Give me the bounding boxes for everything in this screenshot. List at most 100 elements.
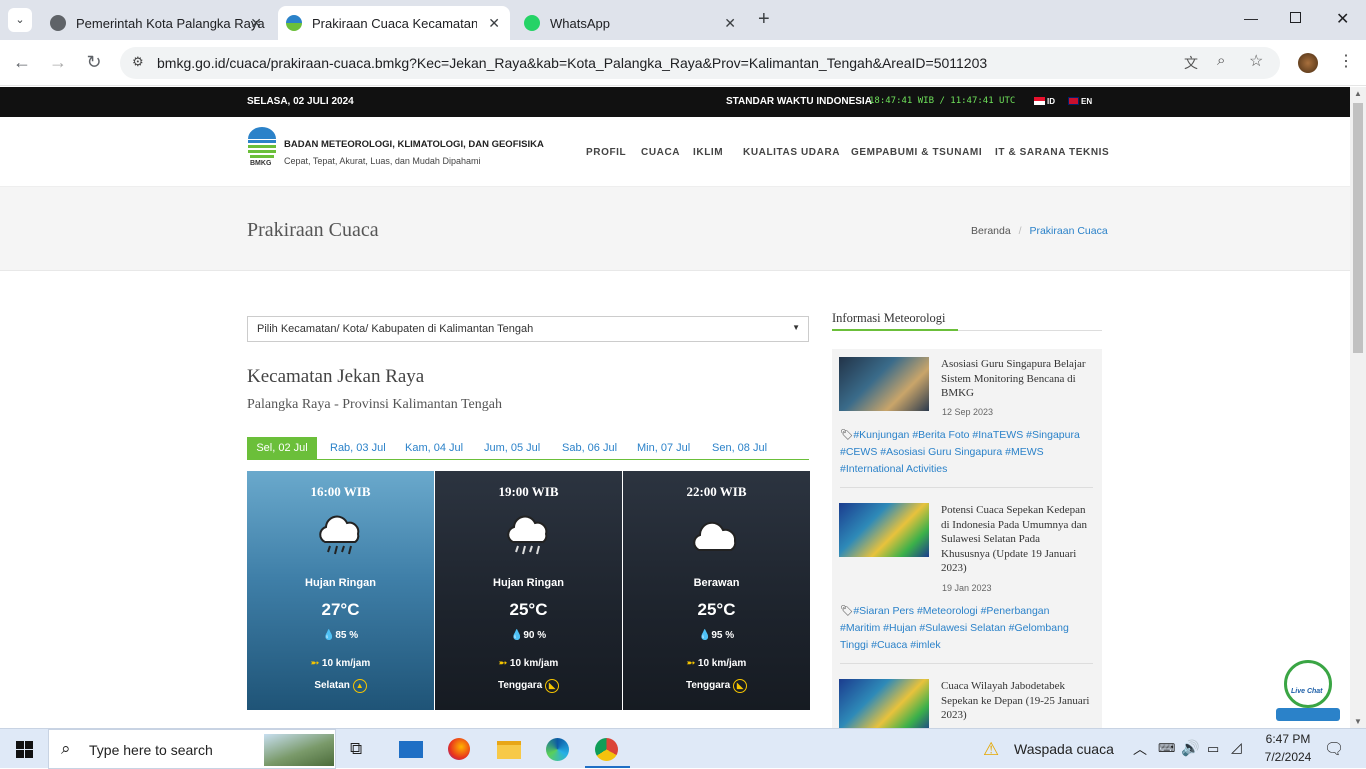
firefox-icon[interactable] [448, 738, 470, 760]
ime-icon[interactable]: ⌨ [1158, 741, 1175, 755]
breadcrumb-home[interactable]: Beranda [971, 225, 1011, 237]
lang-en-link[interactable]: EN [1081, 97, 1092, 106]
minimize-button[interactable]: — [1244, 10, 1258, 26]
edge-icon[interactable] [546, 738, 569, 761]
omnibox[interactable]: ⚙ bmkg.go.id/cuaca/prakiraan-cuaca.bmkg?… [120, 47, 1280, 79]
news-title[interactable]: Cuaca Wilayah Jabodetabek Sepekan ke Dep… [941, 679, 1091, 723]
tab-day-0[interactable]: Sel, 02 Jul [247, 437, 317, 460]
tab-search-button[interactable]: ⌄ [8, 8, 32, 32]
reload-icon[interactable]: ↻ [82, 52, 106, 73]
droplet-icon: 💧 [322, 630, 336, 641]
forecast-direction: Tenggara ◣ [435, 679, 622, 693]
forecast-card: 19:00 WIB Hujan Ringan 25°C 💧90 % ➵ 10 k… [435, 471, 622, 710]
close-tab-icon[interactable]: ✕ [724, 15, 736, 32]
tagline: Cepat, Tepat, Akurat, Luas, dan Mudah Di… [284, 156, 481, 166]
scrollbar-thumb[interactable] [1353, 103, 1363, 353]
lang-id-link[interactable]: ID [1047, 97, 1055, 106]
menu-gempabumi[interactable]: GEMPABUMI & TSUNAMI [851, 147, 982, 158]
logo-text: BMKG [250, 160, 272, 167]
forecast-time: 19:00 WIB [498, 484, 559, 499]
news-tags[interactable]: 🏷#Kunjungan #Berita Foto #InaTEWS #Singa… [840, 427, 1090, 478]
battery-icon[interactable]: ▭ [1207, 741, 1219, 757]
tab-day-3[interactable]: Jum, 05 Jul [484, 437, 540, 460]
flag-id-icon[interactable] [1034, 97, 1045, 105]
tab-day-4[interactable]: Sab, 06 Jul [562, 437, 617, 460]
location-select[interactable]: Pilih Kecamatan/ Kota/ Kabupaten di Kali… [247, 316, 809, 342]
tab-pemerintah[interactable]: Pemerintah Kota Palangka Raya ✕ [40, 6, 272, 40]
forecast-time: 22:00 WIB [686, 484, 747, 499]
current-date: SELASA, 02 JULI 2024 [247, 96, 354, 107]
weather-text[interactable]: Waspada cuaca [1014, 741, 1114, 757]
chrome-icon[interactable] [595, 738, 618, 761]
digital-clock: 18:47:41 WIB / 11:47:41 UTC [869, 96, 1016, 106]
news-date: 19 Jan 2023 [942, 583, 992, 593]
weather-warning-icon[interactable]: ⚠ [983, 739, 999, 760]
news-title[interactable]: Potensi Cuaca Sepekan Kedepan di Indones… [941, 503, 1091, 576]
tab-whatsapp[interactable]: WhatsApp ✕ [514, 6, 746, 40]
news-thumbnail[interactable] [839, 679, 929, 733]
scroll-up-arrow[interactable]: ▲ [1354, 89, 1362, 98]
site-info-icon[interactable]: ⚙ [132, 54, 144, 70]
tab-prakiraan[interactable]: Prakiraan Cuaca Kecamatan Jek ✕ [278, 6, 510, 40]
back-icon[interactable]: ← [10, 52, 34, 73]
bmkg-logo[interactable]: BMKG [247, 127, 277, 167]
task-view-icon[interactable]: ⧉ [350, 739, 362, 759]
page-scrollbar[interactable]: ▲ ▼ [1350, 87, 1366, 728]
profile-avatar[interactable] [1298, 53, 1318, 73]
tab-day-6[interactable]: Sen, 08 Jul [712, 437, 767, 460]
tab-day-1[interactable]: Rab, 03 Jul [330, 437, 386, 460]
new-tab-button[interactable]: + [758, 8, 770, 31]
close-tab-icon[interactable]: ✕ [488, 15, 500, 32]
windows-start-icon[interactable] [16, 741, 33, 758]
sidebar-heading-accent [832, 329, 958, 331]
close-tab-icon[interactable]: ✕ [250, 15, 262, 32]
address-bar: ← → ↻ ⚙ bmkg.go.id/cuaca/prakiraan-cuaca… [0, 40, 1366, 86]
tab-day-2[interactable]: Kam, 04 Jul [405, 437, 463, 460]
volume-icon[interactable]: 🔊 [1181, 739, 1200, 757]
restore-button[interactable] [1290, 12, 1301, 23]
breadcrumb-current: Prakiraan Cuaca [1029, 225, 1108, 237]
news-thumbnail[interactable] [839, 357, 929, 411]
notification-icon[interactable]: 🗨 [1324, 739, 1344, 759]
scroll-down-arrow[interactable]: ▼ [1354, 717, 1362, 726]
browser-tab-bar: ⌄ Pemerintah Kota Palangka Raya ✕ Prakir… [0, 0, 1366, 40]
tray-chevron-icon[interactable]: ︿ [1133, 739, 1147, 759]
menu-it-sarana[interactable]: IT & SARANA TEKNIS [995, 147, 1109, 158]
forecast-wind: ➵ 10 km/jam [498, 658, 559, 669]
news-divider [840, 487, 1093, 488]
menu-cuaca[interactable]: CUACA [641, 147, 680, 158]
translate-icon[interactable]: 文 [1184, 53, 1198, 73]
live-chat-widget[interactable]: Live Chat [1276, 660, 1340, 722]
close-window-button[interactable]: ✕ [1336, 9, 1349, 29]
news-tags[interactable]: 🏷#Siaran Pers #Meteorologi #Penerbangan … [840, 603, 1090, 654]
forecast-card: 22:00 WIB Berawan 25°C 💧95 % ➵ 10 km/jam… [623, 471, 810, 710]
clock-date[interactable]: 7/2/2024 [1258, 750, 1318, 764]
url-text[interactable]: bmkg.go.id/cuaca/prakiraan-cuaca.bmkg?Ke… [157, 55, 987, 71]
rain-cloud-icon [501, 514, 555, 565]
file-explorer-icon[interactable] [497, 741, 521, 759]
menu-profil[interactable]: PROFIL [586, 147, 626, 158]
zoom-icon[interactable]: ⌕ [1217, 52, 1225, 69]
tab-title: Pemerintah Kota Palangka Raya [76, 15, 265, 31]
district-title: Kecamatan Jekan Raya [247, 366, 425, 387]
forecast-card: 16:00 WIB Hujan Ringan 27°C 💧85 % ➵ 10 k… [247, 471, 434, 710]
breadcrumb-separator: / [1018, 225, 1022, 237]
flag-en-icon[interactable] [1068, 97, 1079, 105]
bmkg-logo-icon [248, 127, 276, 158]
more-menu-icon[interactable]: ⋮ [1338, 51, 1354, 71]
forecast-wind: ➵ 10 km/jam [686, 658, 747, 669]
menu-kualitas-udara[interactable]: KUALITAS UDARA [743, 147, 840, 158]
mail-app-icon[interactable] [399, 741, 423, 758]
org-name: BADAN METEOROLOGI, KLIMATOLOGI, DAN GEOF… [284, 139, 544, 150]
forward-icon[interactable]: → [46, 52, 70, 73]
news-title[interactable]: Asosiasi Guru Singapura Belajar Sistem M… [941, 357, 1091, 401]
windows-taskbar: ⌕ Type here to search ⧉ ⚠ Waspada cuaca … [0, 728, 1366, 769]
taskbar-search[interactable]: ⌕ Type here to search [48, 729, 336, 769]
tab-day-5[interactable]: Min, 07 Jul [637, 437, 690, 460]
bookmark-star-icon[interactable]: ☆ [1249, 51, 1263, 71]
menu-iklim[interactable]: IKLIM [693, 147, 723, 158]
tag-icon: 🏷 [840, 429, 854, 441]
network-icon[interactable]: ◿ [1231, 739, 1242, 756]
clock-time[interactable]: 6:47 PM [1258, 732, 1318, 746]
news-thumbnail[interactable] [839, 503, 929, 557]
